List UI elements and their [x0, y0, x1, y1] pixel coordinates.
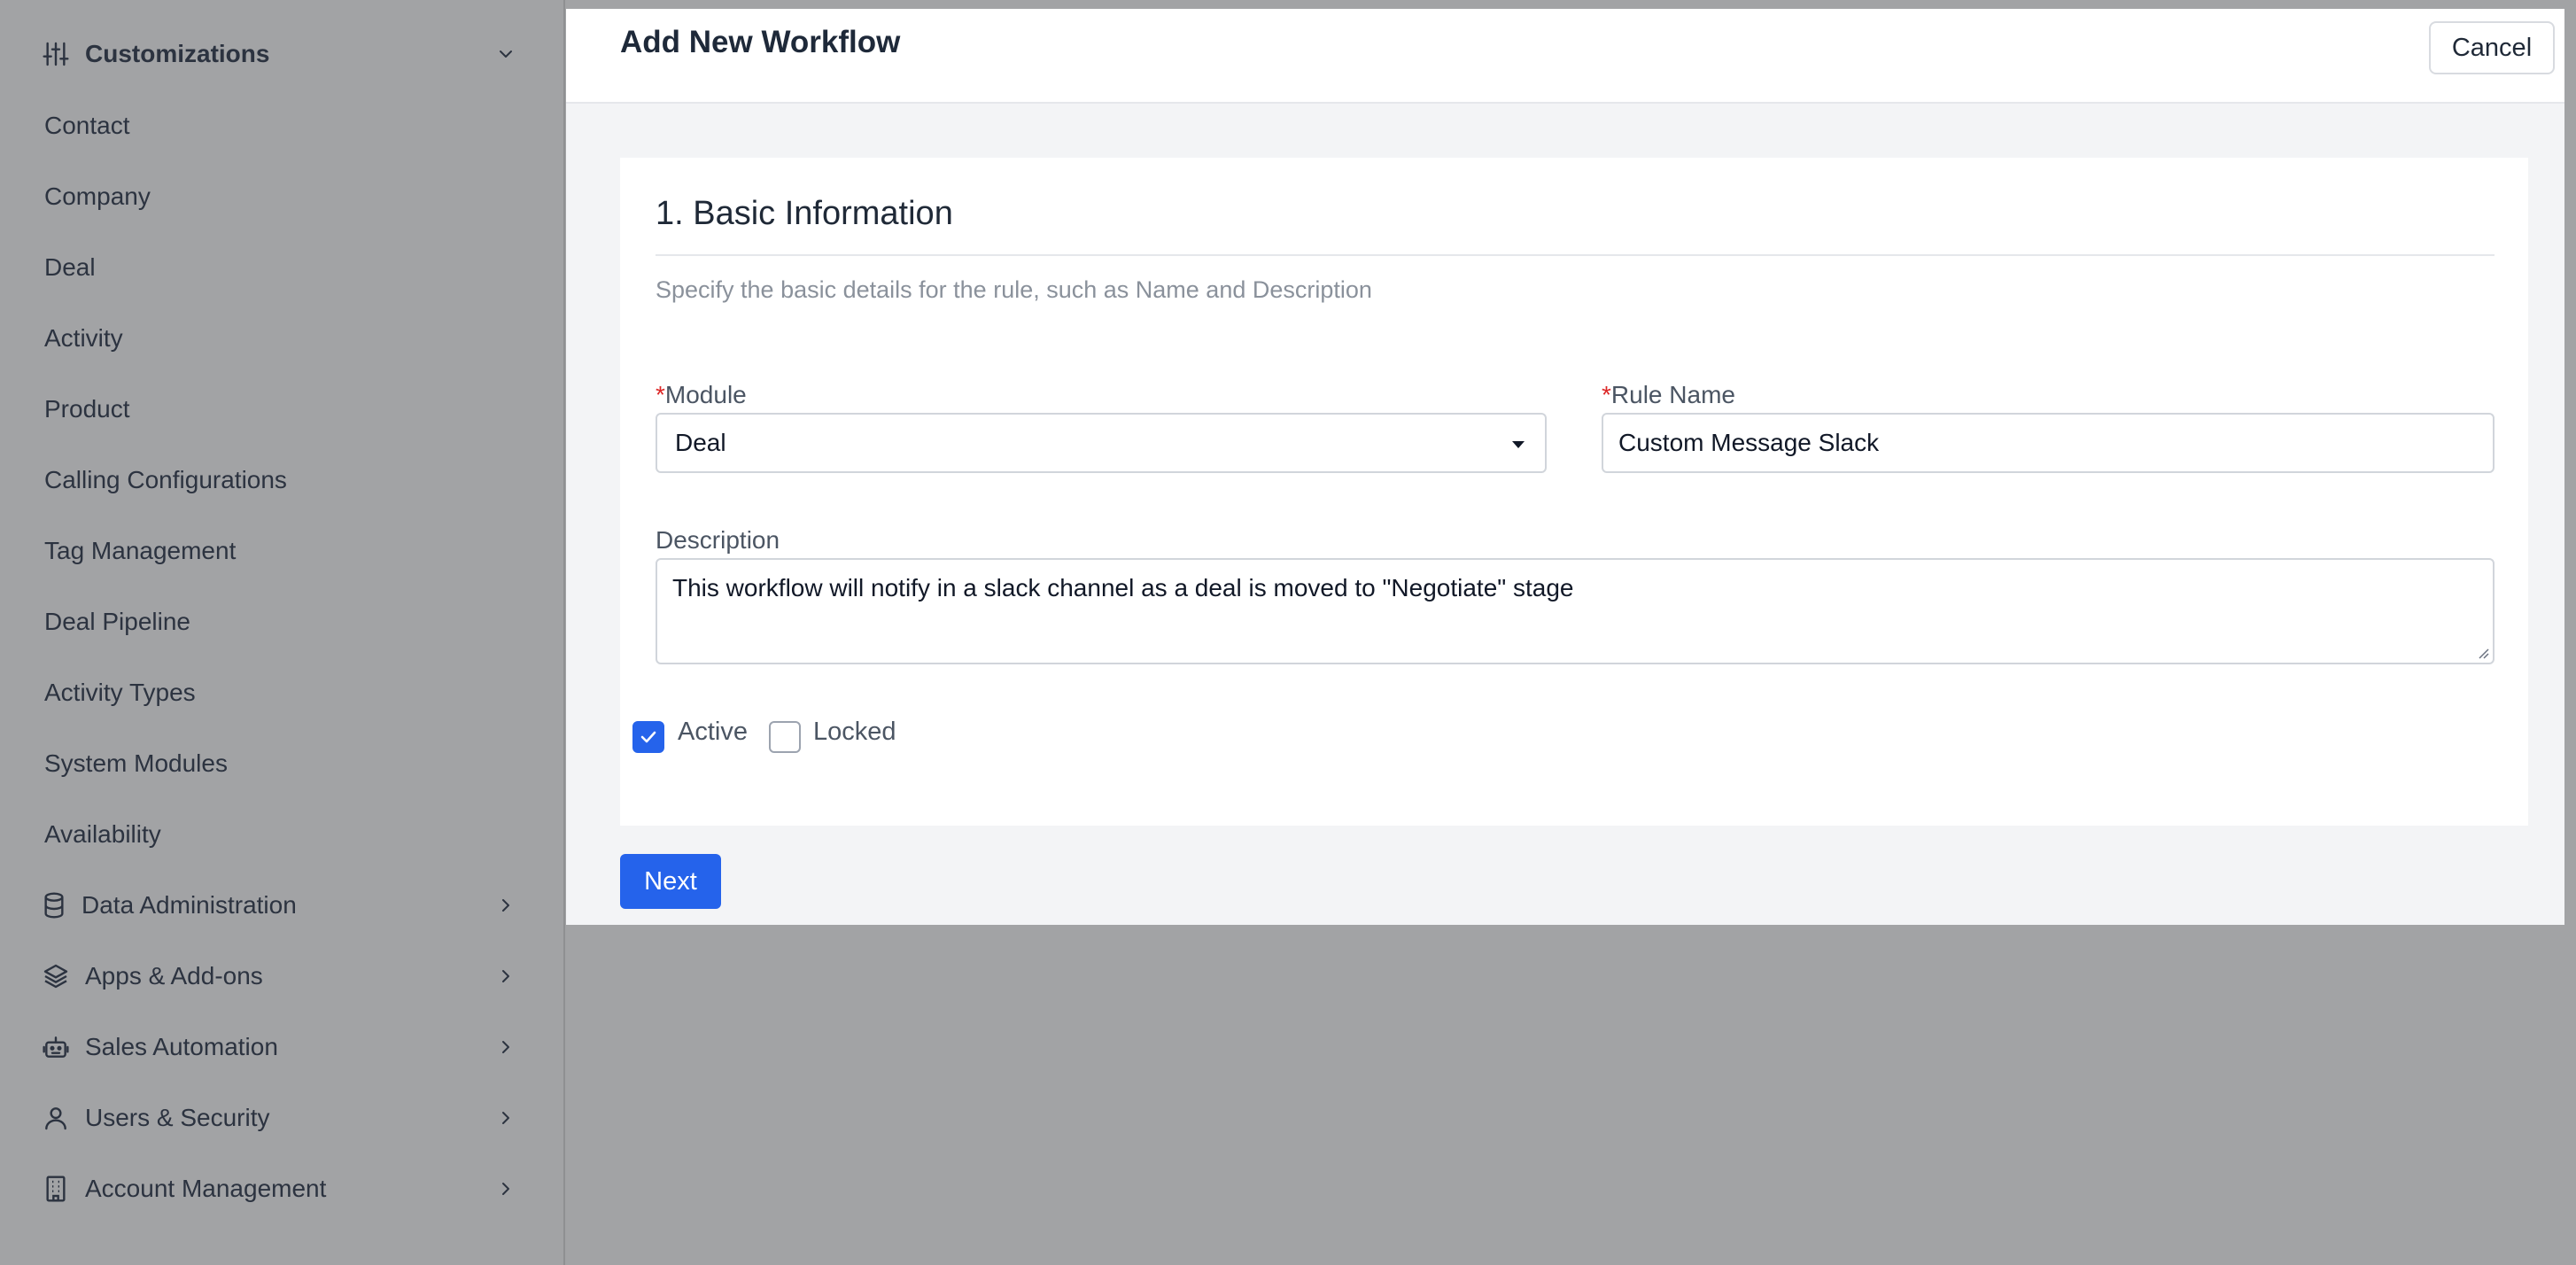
user-icon: [41, 1103, 71, 1133]
panel-header: Add New Workflow Cancel: [566, 9, 2564, 104]
required-marker: *: [1602, 381, 1611, 408]
sidebar-section-label: Account Management: [85, 1175, 327, 1202]
sidebar-section-label: Sales Automation: [85, 1033, 278, 1060]
sidebar-item-contact[interactable]: Contact: [44, 99, 130, 152]
sidebar-section-label: Data Administration: [81, 891, 297, 919]
active-checkbox-label[interactable]: Active: [678, 718, 748, 747]
section-title: 1. Basic Information: [656, 195, 953, 232]
sidebar-item-calling-configurations[interactable]: Calling Configurations: [44, 454, 287, 507]
sidebar-section-users-security[interactable]: Users & Security: [0, 1083, 565, 1153]
section-divider: [656, 254, 2495, 256]
sidebar-item-deal[interactable]: Deal: [44, 241, 96, 294]
chevron-right-icon: [493, 963, 519, 989]
locked-checkbox[interactable]: [769, 721, 801, 753]
sidebar-section-account-management[interactable]: Account Management: [0, 1153, 565, 1224]
description-textarea[interactable]: This workflow will notify in a slack cha…: [656, 558, 2495, 664]
caret-down-icon: [1512, 441, 1525, 448]
sidebar-section-sales-automation[interactable]: Sales Automation: [0, 1012, 565, 1083]
sidebar-item-deal-pipeline[interactable]: Deal Pipeline: [44, 595, 190, 648]
section-subtitle: Specify the basic details for the rule, …: [656, 276, 1372, 303]
basic-information-card: 1. Basic Information Specify the basic d…: [620, 158, 2528, 826]
sidebar-item-availability[interactable]: Availability: [44, 808, 161, 861]
chevron-right-icon: [493, 1034, 519, 1060]
module-select-value: Deal: [675, 429, 726, 456]
chevron-right-icon: [493, 1176, 519, 1202]
chevron-right-icon: [493, 892, 519, 919]
resize-handle-icon[interactable]: [2476, 646, 2490, 660]
sidebar-section-apps-addons[interactable]: Apps & Add-ons: [0, 941, 565, 1012]
required-marker: *: [656, 381, 665, 408]
chevron-down-icon[interactable]: [493, 41, 519, 67]
chevron-right-icon: [493, 1105, 519, 1131]
module-label-text: Module: [664, 381, 747, 408]
sidebar-section-label: Customizations: [85, 40, 270, 67]
settings-sidebar: Customizations Contact Company Deal Acti…: [0, 0, 565, 1265]
locked-checkbox-label[interactable]: Locked: [813, 718, 896, 747]
sidebar-section-data-administration[interactable]: Data Administration: [0, 870, 565, 941]
rule-name-input[interactable]: Custom Message Slack: [1602, 413, 2495, 473]
sidebar-item-tag-management[interactable]: Tag Management: [44, 524, 236, 578]
layers-icon: [41, 961, 71, 991]
robot-icon: [41, 1032, 71, 1062]
module-select[interactable]: Deal: [656, 413, 1547, 473]
description-label: Description: [656, 526, 780, 554]
description-text: This workflow will notify in a slack cha…: [672, 574, 1574, 601]
sidebar-section-label: Users & Security: [85, 1104, 270, 1131]
page-title: Add New Workflow: [620, 25, 901, 59]
building-icon: [41, 1174, 71, 1204]
database-icon: [39, 890, 69, 920]
rule-name-label: *Rule Name: [1602, 381, 1735, 409]
sidebar-item-product[interactable]: Product: [44, 383, 130, 436]
sidebar-section-label: Apps & Add-ons: [85, 962, 263, 989]
sidebar-item-company[interactable]: Company: [44, 170, 151, 223]
sidebar-section-customizations[interactable]: Customizations: [0, 19, 565, 89]
cancel-button[interactable]: Cancel: [2429, 21, 2555, 74]
sidebar-item-system-modules[interactable]: System Modules: [44, 737, 228, 790]
checkmark-icon: [640, 731, 656, 743]
active-checkbox[interactable]: [632, 721, 664, 753]
module-label: *Module: [656, 381, 747, 409]
sliders-icon: [41, 39, 71, 69]
sidebar-item-activity[interactable]: Activity: [44, 312, 123, 365]
next-button[interactable]: Next: [620, 854, 721, 909]
sidebar-item-activity-types[interactable]: Activity Types: [44, 666, 196, 719]
rule-name-label-text: Rule Name: [1610, 381, 1735, 408]
add-workflow-panel: Add New Workflow Cancel 1. Basic Informa…: [566, 9, 2564, 925]
